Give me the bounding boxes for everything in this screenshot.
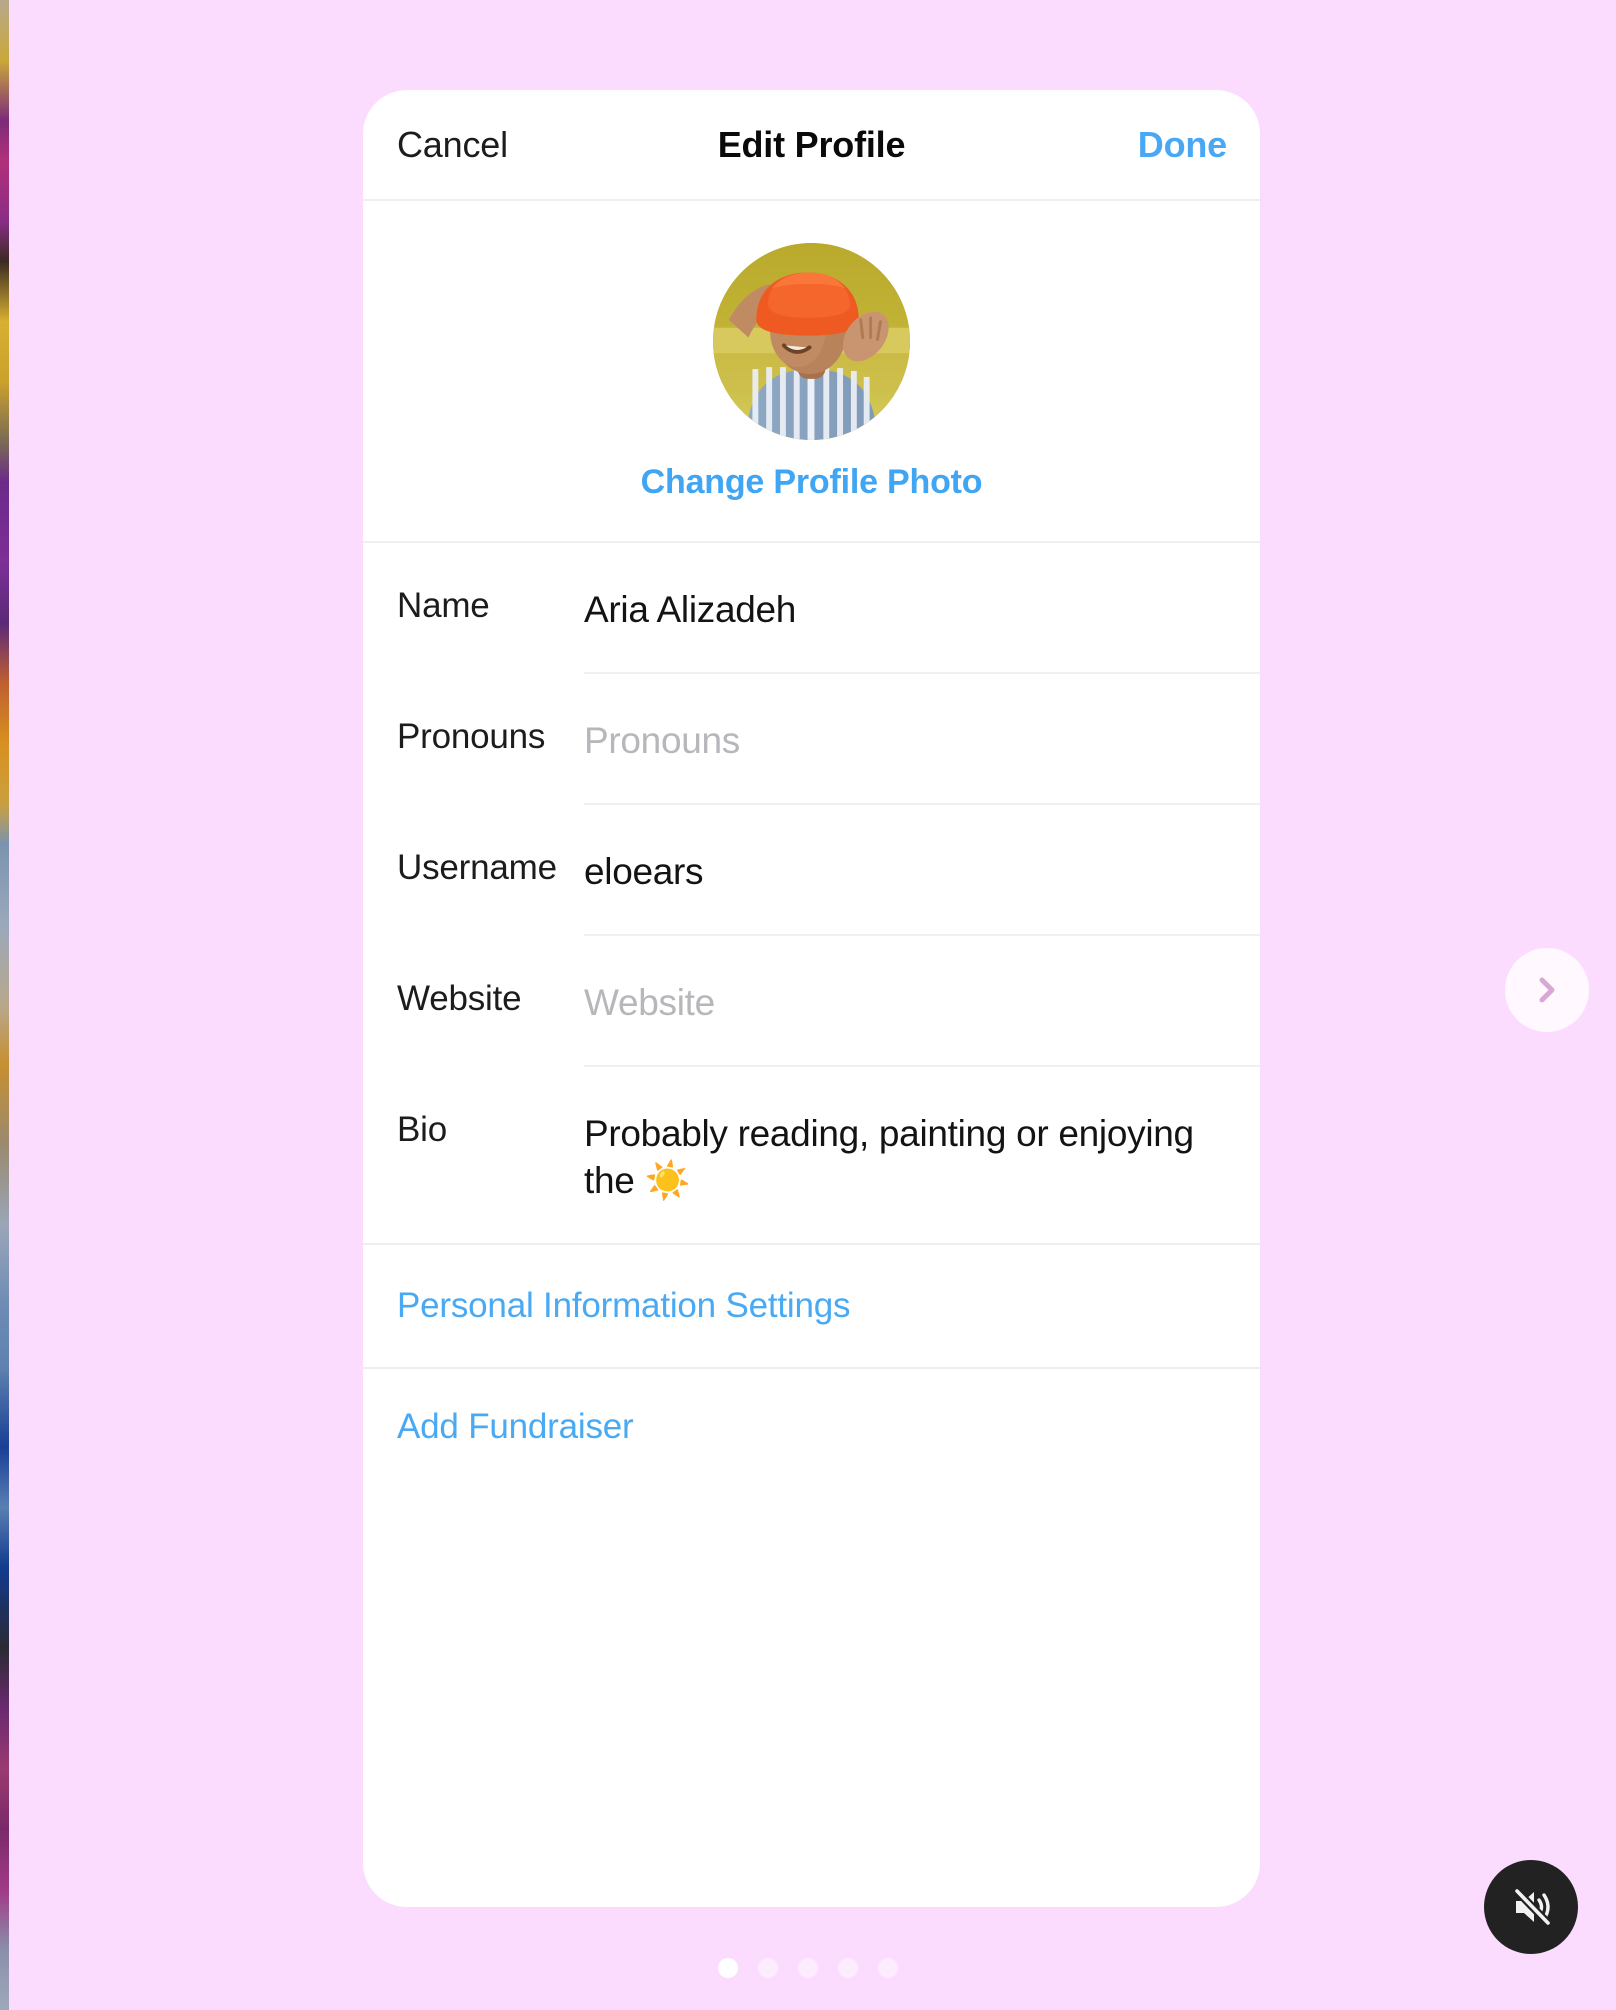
pagination-dot-4[interactable] [838, 1958, 858, 1978]
field-label-bio: Bio [397, 1110, 447, 1149]
website-input[interactable]: Website [584, 979, 1226, 1026]
navigation-bar: Cancel Edit Profile Done [363, 90, 1260, 201]
chevron-right-icon [1527, 970, 1567, 1010]
field-value-wrap-bio: Probably reading, painting or enjoying t… [584, 1067, 1260, 1243]
add-fundraiser-link[interactable]: Add Fundraiser [363, 1369, 1260, 1485]
avatar-section: Change Profile Photo [363, 201, 1260, 543]
field-row-username[interactable]: Username eloears [363, 805, 1260, 936]
bio-input[interactable]: Probably reading, painting or enjoying t… [584, 1110, 1226, 1205]
pagination-dot-1[interactable] [718, 1958, 738, 1978]
pagination-dot-2[interactable] [758, 1958, 778, 1978]
previous-slide-sliver [0, 0, 9, 2010]
edit-profile-card: Cancel Edit Profile Done Change Profile … [363, 90, 1260, 1907]
avatar[interactable] [713, 243, 910, 440]
field-value-wrap-name: Aria Alizadeh [584, 543, 1260, 674]
pagination-dot-3[interactable] [798, 1958, 818, 1978]
field-value-wrap-pronouns: Pronouns [584, 674, 1260, 805]
field-label-website: Website [397, 979, 522, 1018]
name-input[interactable]: Aria Alizadeh [584, 586, 1226, 633]
next-slide-button[interactable] [1505, 948, 1589, 1032]
done-button[interactable]: Done [1138, 124, 1227, 166]
pagination-dots [0, 1958, 1616, 1978]
cancel-button[interactable]: Cancel [397, 124, 508, 166]
field-value-wrap-username: eloears [584, 805, 1260, 936]
field-row-name[interactable]: Name Aria Alizadeh [363, 543, 1260, 674]
change-profile-photo-button[interactable]: Change Profile Photo [641, 463, 983, 502]
field-label-username: Username [397, 848, 557, 887]
field-value-wrap-website: Website [584, 936, 1260, 1067]
pagination-dot-5[interactable] [878, 1958, 898, 1978]
field-label-pronouns: Pronouns [397, 717, 546, 756]
username-input[interactable]: eloears [584, 848, 1226, 895]
field-label-name: Name [397, 586, 490, 625]
speaker-muted-icon [1505, 1881, 1557, 1933]
field-row-website[interactable]: Website Website [363, 936, 1260, 1067]
field-row-bio[interactable]: Bio Probably reading, painting or enjoyi… [363, 1067, 1260, 1243]
profile-fields-list: Name Aria Alizadeh Pronouns Pronouns Use… [363, 543, 1260, 1243]
mute-toggle-button[interactable] [1484, 1860, 1578, 1954]
personal-information-settings-link[interactable]: Personal Information Settings [363, 1245, 1260, 1367]
pronouns-input[interactable]: Pronouns [584, 717, 1226, 764]
field-row-pronouns[interactable]: Pronouns Pronouns [363, 674, 1260, 805]
